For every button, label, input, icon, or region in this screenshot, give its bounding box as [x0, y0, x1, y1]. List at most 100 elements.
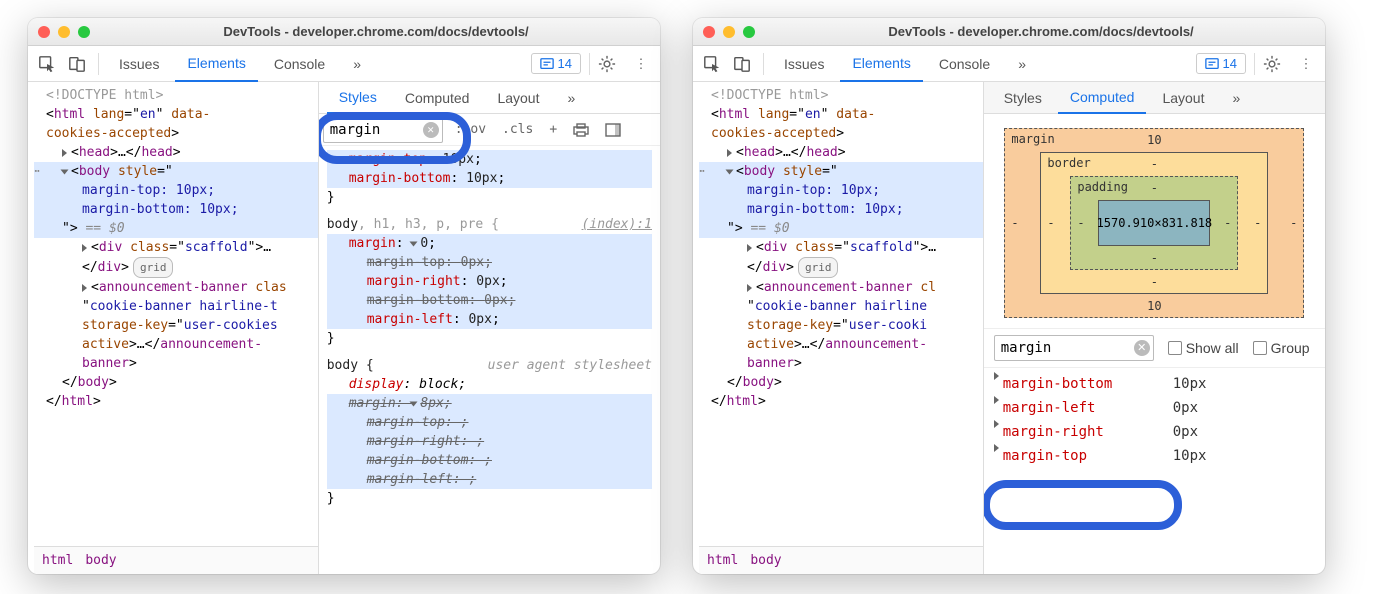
computed-property-list: margin-bottom10px margin-left0px margin-… [984, 368, 1325, 574]
device-toggle-icon[interactable] [729, 51, 755, 77]
close-icon[interactable] [38, 26, 50, 38]
dom-announcement-banner[interactable]: <announcement-banner clas [34, 278, 318, 297]
computed-filter-row: ✕ Show all Group [984, 328, 1325, 368]
dom-body-close[interactable]: </body> [34, 373, 318, 392]
crumb-html[interactable]: html [42, 551, 73, 570]
zoom-icon[interactable] [743, 26, 755, 38]
box-margin-label: margin [1011, 132, 1054, 146]
dom-tree-pane: <!DOCTYPE html> <html lang="en" data- co… [28, 82, 319, 574]
styles-rule-list: margin-top: 10px; margin-bottom: 10px; }… [319, 146, 660, 574]
dom-head[interactable]: <head>…</head> [34, 143, 318, 162]
subtab-styles[interactable]: Styles [327, 82, 389, 114]
group-checkbox[interactable]: Group [1253, 340, 1310, 356]
tab-console[interactable]: Console [927, 46, 1002, 82]
main-toolbar: Issues Elements Console » 14 ⋮ [693, 46, 1325, 82]
dom-html-close[interactable]: </html> [34, 392, 318, 411]
computed-subtabs: Styles Computed Layout » [984, 82, 1325, 114]
devtools-window-computed: DevTools - developer.chrome.com/docs/dev… [693, 18, 1325, 574]
gear-icon[interactable] [598, 55, 624, 73]
window-title: DevTools - developer.chrome.com/docs/dev… [102, 24, 650, 39]
inspect-icon[interactable] [699, 51, 725, 77]
dom-tree-pane: <!DOCTYPE html> <html lang="en" data- co… [693, 82, 984, 574]
dom-div-scaffold[interactable]: <div class="scaffold">… [34, 238, 318, 257]
grid-badge[interactable]: grid [798, 257, 839, 278]
computed-filter-input[interactable] [994, 335, 1154, 361]
subtab-computed[interactable]: Computed [393, 82, 482, 114]
cls-toggle[interactable]: .cls [498, 122, 537, 137]
window-title: DevTools - developer.chrome.com/docs/dev… [767, 24, 1315, 39]
dom-div-scaffold[interactable]: <div class="scaffold">… [699, 238, 983, 257]
device-toggle-icon[interactable] [64, 51, 90, 77]
user-agent-label: user agent stylesheet [488, 356, 652, 375]
breadcrumb: html body [34, 546, 318, 574]
dom-body-close[interactable]: </body> [699, 373, 983, 392]
issues-count: 14 [1223, 56, 1237, 71]
dom-announcement-banner[interactable]: <announcement-banner cl [699, 278, 983, 297]
styles-side-pane: Styles Computed Layout » ✕ :hov .cls + [319, 82, 660, 574]
title-bar: DevTools - developer.chrome.com/docs/dev… [28, 18, 660, 46]
minimize-icon[interactable] [58, 26, 70, 38]
computed-row[interactable]: margin-top10px [994, 444, 1315, 468]
dom-doctype: <!DOCTYPE html> [34, 86, 318, 105]
minimize-icon[interactable] [723, 26, 735, 38]
zoom-icon[interactable] [78, 26, 90, 38]
title-bar: DevTools - developer.chrome.com/docs/dev… [693, 18, 1325, 46]
box-content-size: 1570.910×831.818 [1097, 216, 1213, 230]
subtab-computed[interactable]: Computed [1058, 82, 1147, 114]
box-border-label: border [1047, 156, 1090, 170]
plus-icon[interactable]: + [545, 122, 561, 137]
issues-badge[interactable]: 14 [531, 53, 581, 74]
tab-elements[interactable]: Elements [840, 46, 922, 82]
dom-body-open[interactable]: <body style=" [699, 162, 983, 181]
dom-html-open[interactable]: <html lang="en" data- [699, 105, 983, 124]
tab-console[interactable]: Console [262, 46, 337, 82]
tab-elements[interactable]: Elements [175, 46, 257, 82]
main-toolbar: Issues Elements Console » 14 ⋮ [28, 46, 660, 82]
computed-row[interactable]: margin-left0px [994, 396, 1315, 420]
styles-subtabs: Styles Computed Layout » [319, 82, 660, 114]
computed-row[interactable]: margin-right0px [994, 420, 1315, 444]
tab-issues[interactable]: Issues [772, 46, 836, 82]
subtab-more[interactable]: » [555, 82, 587, 114]
gear-icon[interactable] [1263, 55, 1289, 73]
dom-body-open[interactable]: <body style=" [34, 162, 318, 181]
subtab-layout[interactable]: Layout [1150, 82, 1216, 114]
subtab-more[interactable]: » [1220, 82, 1252, 114]
print-icon[interactable] [569, 123, 593, 137]
kebab-icon[interactable]: ⋮ [628, 56, 654, 72]
hov-toggle[interactable]: :hov [451, 122, 490, 137]
breadcrumb: html body [699, 546, 983, 574]
styles-filter-wrap: ✕ [323, 117, 443, 143]
computed-filter-wrap: ✕ [994, 335, 1154, 361]
clear-icon[interactable]: ✕ [1134, 340, 1150, 356]
tab-more[interactable]: » [1006, 46, 1038, 82]
dom-html-close[interactable]: </html> [699, 392, 983, 411]
devtools-window-styles: DevTools - developer.chrome.com/docs/dev… [28, 18, 660, 574]
dom-head[interactable]: <head>…</head> [699, 143, 983, 162]
tab-more[interactable]: » [341, 46, 373, 82]
inspect-icon[interactable] [34, 51, 60, 77]
show-all-checkbox[interactable]: Show all [1168, 340, 1239, 356]
kebab-icon[interactable]: ⋮ [1293, 56, 1319, 72]
tab-issues[interactable]: Issues [107, 46, 171, 82]
issues-badge[interactable]: 14 [1196, 53, 1246, 74]
styles-filter-row: ✕ :hov .cls + [319, 114, 660, 146]
crumb-html[interactable]: html [707, 551, 738, 570]
source-link[interactable]: (index):1 [582, 215, 652, 234]
clear-icon[interactable]: ✕ [423, 122, 439, 138]
crumb-body[interactable]: body [750, 551, 781, 570]
computed-row[interactable]: margin-bottom10px [994, 372, 1315, 396]
ellipsis-icon[interactable]: ⋯ [34, 162, 40, 181]
dom-doctype: <!DOCTYPE html> [699, 86, 983, 105]
box-padding-label: padding [1077, 180, 1128, 194]
sidebar-toggle-icon[interactable] [601, 123, 625, 137]
crumb-body[interactable]: body [85, 551, 116, 570]
close-icon[interactable] [703, 26, 715, 38]
grid-badge[interactable]: grid [133, 257, 174, 278]
subtab-layout[interactable]: Layout [485, 82, 551, 114]
dom-html-open[interactable]: <html lang="en" data- [34, 105, 318, 124]
subtab-styles[interactable]: Styles [992, 82, 1054, 114]
box-model[interactable]: margin 10 10 - - border - - - - padding … [1004, 128, 1304, 318]
ellipsis-icon[interactable]: ⋯ [699, 162, 705, 181]
issues-count: 14 [558, 56, 572, 71]
